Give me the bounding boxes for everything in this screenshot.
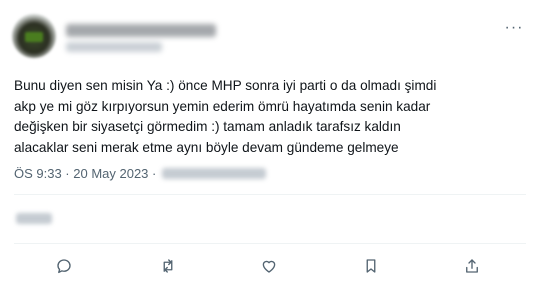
views-blurred [162, 168, 267, 179]
divider [14, 243, 526, 244]
share-icon[interactable] [460, 254, 484, 278]
bookmark-icon[interactable] [359, 254, 383, 278]
avatar[interactable] [12, 14, 56, 58]
retweet-icon[interactable] [156, 254, 180, 278]
tweet-meta: ÖS 9:33 · 20 May 2023 · [14, 166, 267, 181]
tweet-text-line: alacaklar seni merak etme aynı böyle dev… [14, 139, 399, 155]
timestamp[interactable]: ÖS 9:33 · 20 May 2023 · [14, 166, 156, 181]
tweet-text: Bunu diyen sen misin Ya :) önce MHP sonr… [14, 76, 526, 158]
tweet-text-line: akp ye mi göz kırpıyorsun yemin ederim ö… [14, 98, 431, 114]
like-icon[interactable] [257, 254, 281, 278]
tweet: ··· Bunu diyen sen misin Ya :) önce MHP … [0, 0, 538, 285]
tweet-text-line: değişken bir siyasetçi görmedim :) tamam… [14, 119, 401, 134]
tweet-text-line: Bunu diyen sen misin Ya :) önce MHP sonr… [14, 78, 437, 93]
engagement-stats-blurred[interactable] [16, 213, 52, 224]
action-bar [0, 254, 538, 278]
reply-icon[interactable] [52, 254, 76, 278]
username-blurred[interactable] [66, 42, 162, 52]
more-options-icon[interactable]: ··· [504, 18, 524, 38]
divider [14, 194, 526, 195]
display-name-blurred[interactable] [66, 24, 216, 37]
